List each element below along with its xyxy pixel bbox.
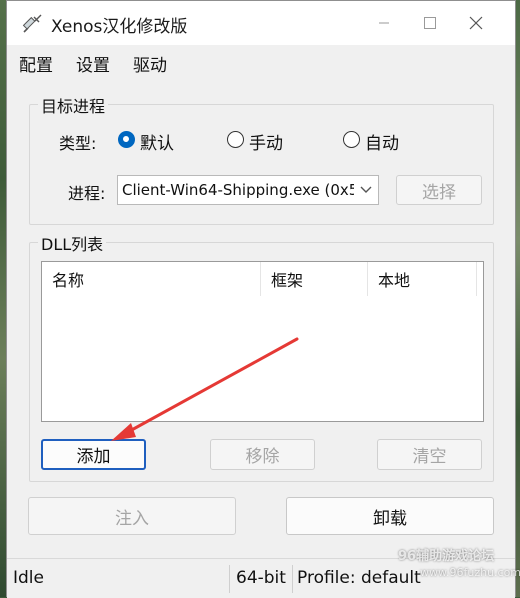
annotation-arrow (111, 337, 299, 441)
watermark-title: 96辅助游戏论坛 (398, 549, 495, 564)
arrow-head (111, 423, 136, 441)
watermark-url: www.96fuzhu.com (420, 566, 520, 579)
arrow-shaft (126, 337, 299, 434)
